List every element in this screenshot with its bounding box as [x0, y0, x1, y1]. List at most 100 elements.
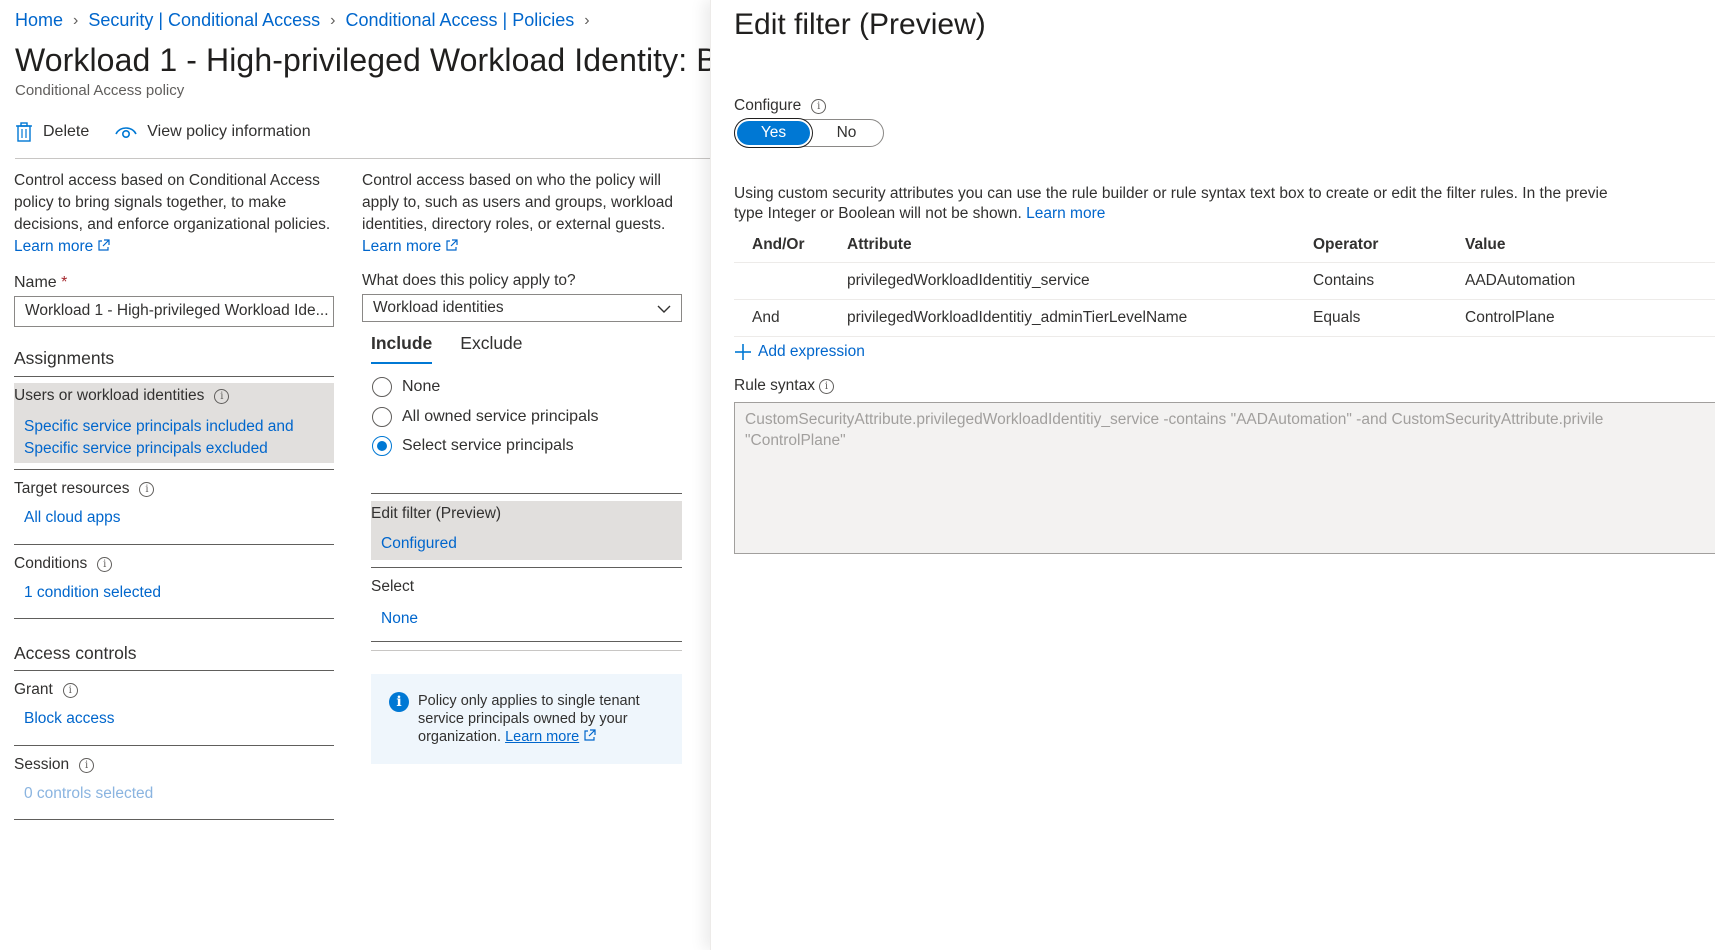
learn-more-link[interactable]: Learn more: [362, 238, 441, 255]
divider: [14, 745, 334, 746]
column-header-attribute: Attribute: [847, 236, 912, 253]
configure-toggle[interactable]: Yes No: [734, 119, 884, 147]
grant-item[interactable]: Grant i Block access: [14, 681, 334, 730]
toggle-yes[interactable]: Yes: [737, 121, 810, 145]
cell-attribute: privilegedWorkloadIdentitiy_adminTierLev…: [847, 309, 1188, 326]
table-row[interactable]: privilegedWorkloadIdentitiy_service Cont…: [734, 263, 1715, 300]
info-icon[interactable]: i: [818, 379, 834, 394]
rule-syntax-textbox[interactable]: CustomSecurityAttribute.privilegedWorklo…: [734, 402, 1715, 554]
add-expression-label: Add expression: [758, 343, 865, 360]
radio-none[interactable]: None: [372, 377, 440, 397]
toolbar-divider: [15, 158, 775, 159]
session-label-text: Session: [14, 756, 70, 773]
apply-description: Control access based on who the policy w…: [362, 170, 682, 258]
select-value[interactable]: None: [381, 610, 418, 628]
rule-syntax-line2: "ControlPlane": [745, 432, 846, 449]
cell-value: AADAutomation: [1465, 272, 1576, 289]
cell-operator: Contains: [1313, 272, 1375, 289]
column-header-value: Value: [1465, 236, 1506, 253]
name-field-label: Name *: [14, 274, 67, 292]
panel-description: Using custom security attributes you can…: [734, 184, 1715, 224]
info-icon[interactable]: i: [811, 99, 827, 114]
grant-label: Grant i: [14, 681, 334, 699]
breadcrumb: Home › Security | Conditional Access › C…: [15, 10, 600, 31]
view-policy-information-button[interactable]: View policy information: [115, 123, 311, 141]
radio-button[interactable]: [372, 377, 392, 397]
rule-syntax-line1: CustomSecurityAttribute.privilegedWorklo…: [745, 411, 1604, 428]
delete-button[interactable]: Delete: [15, 122, 89, 142]
table-row[interactable]: And privilegedWorkloadIdentitiy_adminTie…: [734, 300, 1715, 337]
grant-label-text: Grant: [14, 681, 53, 698]
external-link-icon: [584, 729, 596, 741]
users-workload-identities-value[interactable]: Specific service principals included and…: [24, 416, 334, 460]
info-icon: i: [389, 692, 409, 712]
radio-select-label: Select service principals: [402, 437, 574, 454]
info-icon[interactable]: i: [62, 683, 78, 698]
radio-button-checked[interactable]: [372, 436, 392, 456]
divider: [14, 376, 334, 377]
info-icon[interactable]: i: [79, 758, 95, 773]
radio-all-owned-label: All owned service principals: [402, 408, 599, 425]
info-icon[interactable]: i: [139, 482, 155, 497]
divider: [14, 670, 334, 671]
users-label-text: Users or workload identities: [14, 387, 205, 404]
info-message-bar: i Policy only applies to single tenant s…: [371, 674, 682, 764]
cell-operator: Equals: [1313, 309, 1361, 326]
conditions-label: Conditions i: [14, 555, 334, 573]
external-link-icon: [446, 239, 458, 251]
session-value[interactable]: 0 controls selected: [24, 783, 334, 805]
info-icon[interactable]: i: [97, 557, 113, 572]
tab-exclude[interactable]: Exclude: [460, 333, 522, 364]
apply-to-dropdown[interactable]: Workload identities: [362, 294, 682, 322]
include-exclude-tabs: Include Exclude: [371, 333, 523, 364]
users-workload-identities-label: Users or workload identities i: [14, 387, 230, 405]
eye-icon: [115, 127, 137, 139]
plus-icon: [735, 344, 751, 360]
radio-select-service-principals[interactable]: Select service principals: [372, 436, 574, 456]
apply-to-label: What does this policy apply to?: [362, 272, 576, 289]
session-item[interactable]: Session i 0 controls selected: [14, 756, 334, 805]
conditions-value[interactable]: 1 condition selected: [24, 582, 334, 604]
users-workload-identities-item[interactable]: Users or workload identities i Specific s…: [14, 383, 334, 463]
add-expression-button[interactable]: Add expression: [734, 343, 865, 361]
chevron-right-icon: ›: [584, 11, 590, 29]
target-label-text: Target resources: [14, 480, 130, 497]
divider: [371, 650, 682, 651]
delete-label: Delete: [43, 123, 90, 140]
assignments-heading: Assignments: [14, 348, 115, 368]
breadcrumb-policies[interactable]: Conditional Access | Policies: [345, 10, 574, 31]
policy-name-input[interactable]: Workload 1 - High-privileged Workload Id…: [14, 296, 334, 327]
tab-include[interactable]: Include: [371, 333, 433, 364]
info-icon[interactable]: i: [214, 389, 230, 404]
external-link-icon: [98, 239, 110, 251]
cell-and-or: And: [752, 309, 780, 326]
chevron-right-icon: ›: [73, 11, 79, 29]
configure-label-text: Configure: [734, 97, 802, 114]
edit-filter-item[interactable]: Edit filter (Preview) Configured: [371, 501, 682, 560]
divider: [14, 618, 334, 619]
conditions-item[interactable]: Conditions i 1 condition selected: [14, 555, 334, 604]
learn-more-link[interactable]: Learn more: [1026, 205, 1105, 222]
target-resources-label: Target resources i: [14, 480, 334, 498]
apply-description-text: Control access based on who the policy w…: [362, 172, 674, 233]
toggle-no[interactable]: No: [810, 121, 883, 145]
select-label: Select: [371, 578, 415, 595]
divider: [371, 567, 682, 568]
learn-more-link[interactable]: Learn more: [14, 238, 93, 255]
breadcrumb-security-conditional-access[interactable]: Security | Conditional Access: [88, 10, 320, 31]
name-label-text: Name: [14, 274, 57, 291]
chevron-down-icon: [657, 305, 671, 313]
page-title: Workload 1 - High-privileged Workload Id…: [15, 42, 775, 78]
edit-filter-value[interactable]: Configured: [381, 535, 457, 553]
target-resources-value[interactable]: All cloud apps: [24, 507, 334, 529]
rule-syntax-label: Rule syntax i: [734, 377, 834, 395]
rule-syntax-label-text: Rule syntax: [734, 377, 815, 394]
breadcrumb-home[interactable]: Home: [15, 10, 63, 31]
grant-value[interactable]: Block access: [24, 708, 334, 730]
info-message-text: Policy only applies to single tenant ser…: [418, 692, 643, 746]
radio-all-owned-service-principals[interactable]: All owned service principals: [372, 407, 599, 427]
panel-description-line2: type Integer or Boolean will not be show…: [734, 205, 1022, 222]
target-resources-item[interactable]: Target resources i All cloud apps: [14, 480, 334, 529]
radio-button[interactable]: [372, 407, 392, 427]
learn-more-link[interactable]: Learn more: [505, 729, 579, 745]
